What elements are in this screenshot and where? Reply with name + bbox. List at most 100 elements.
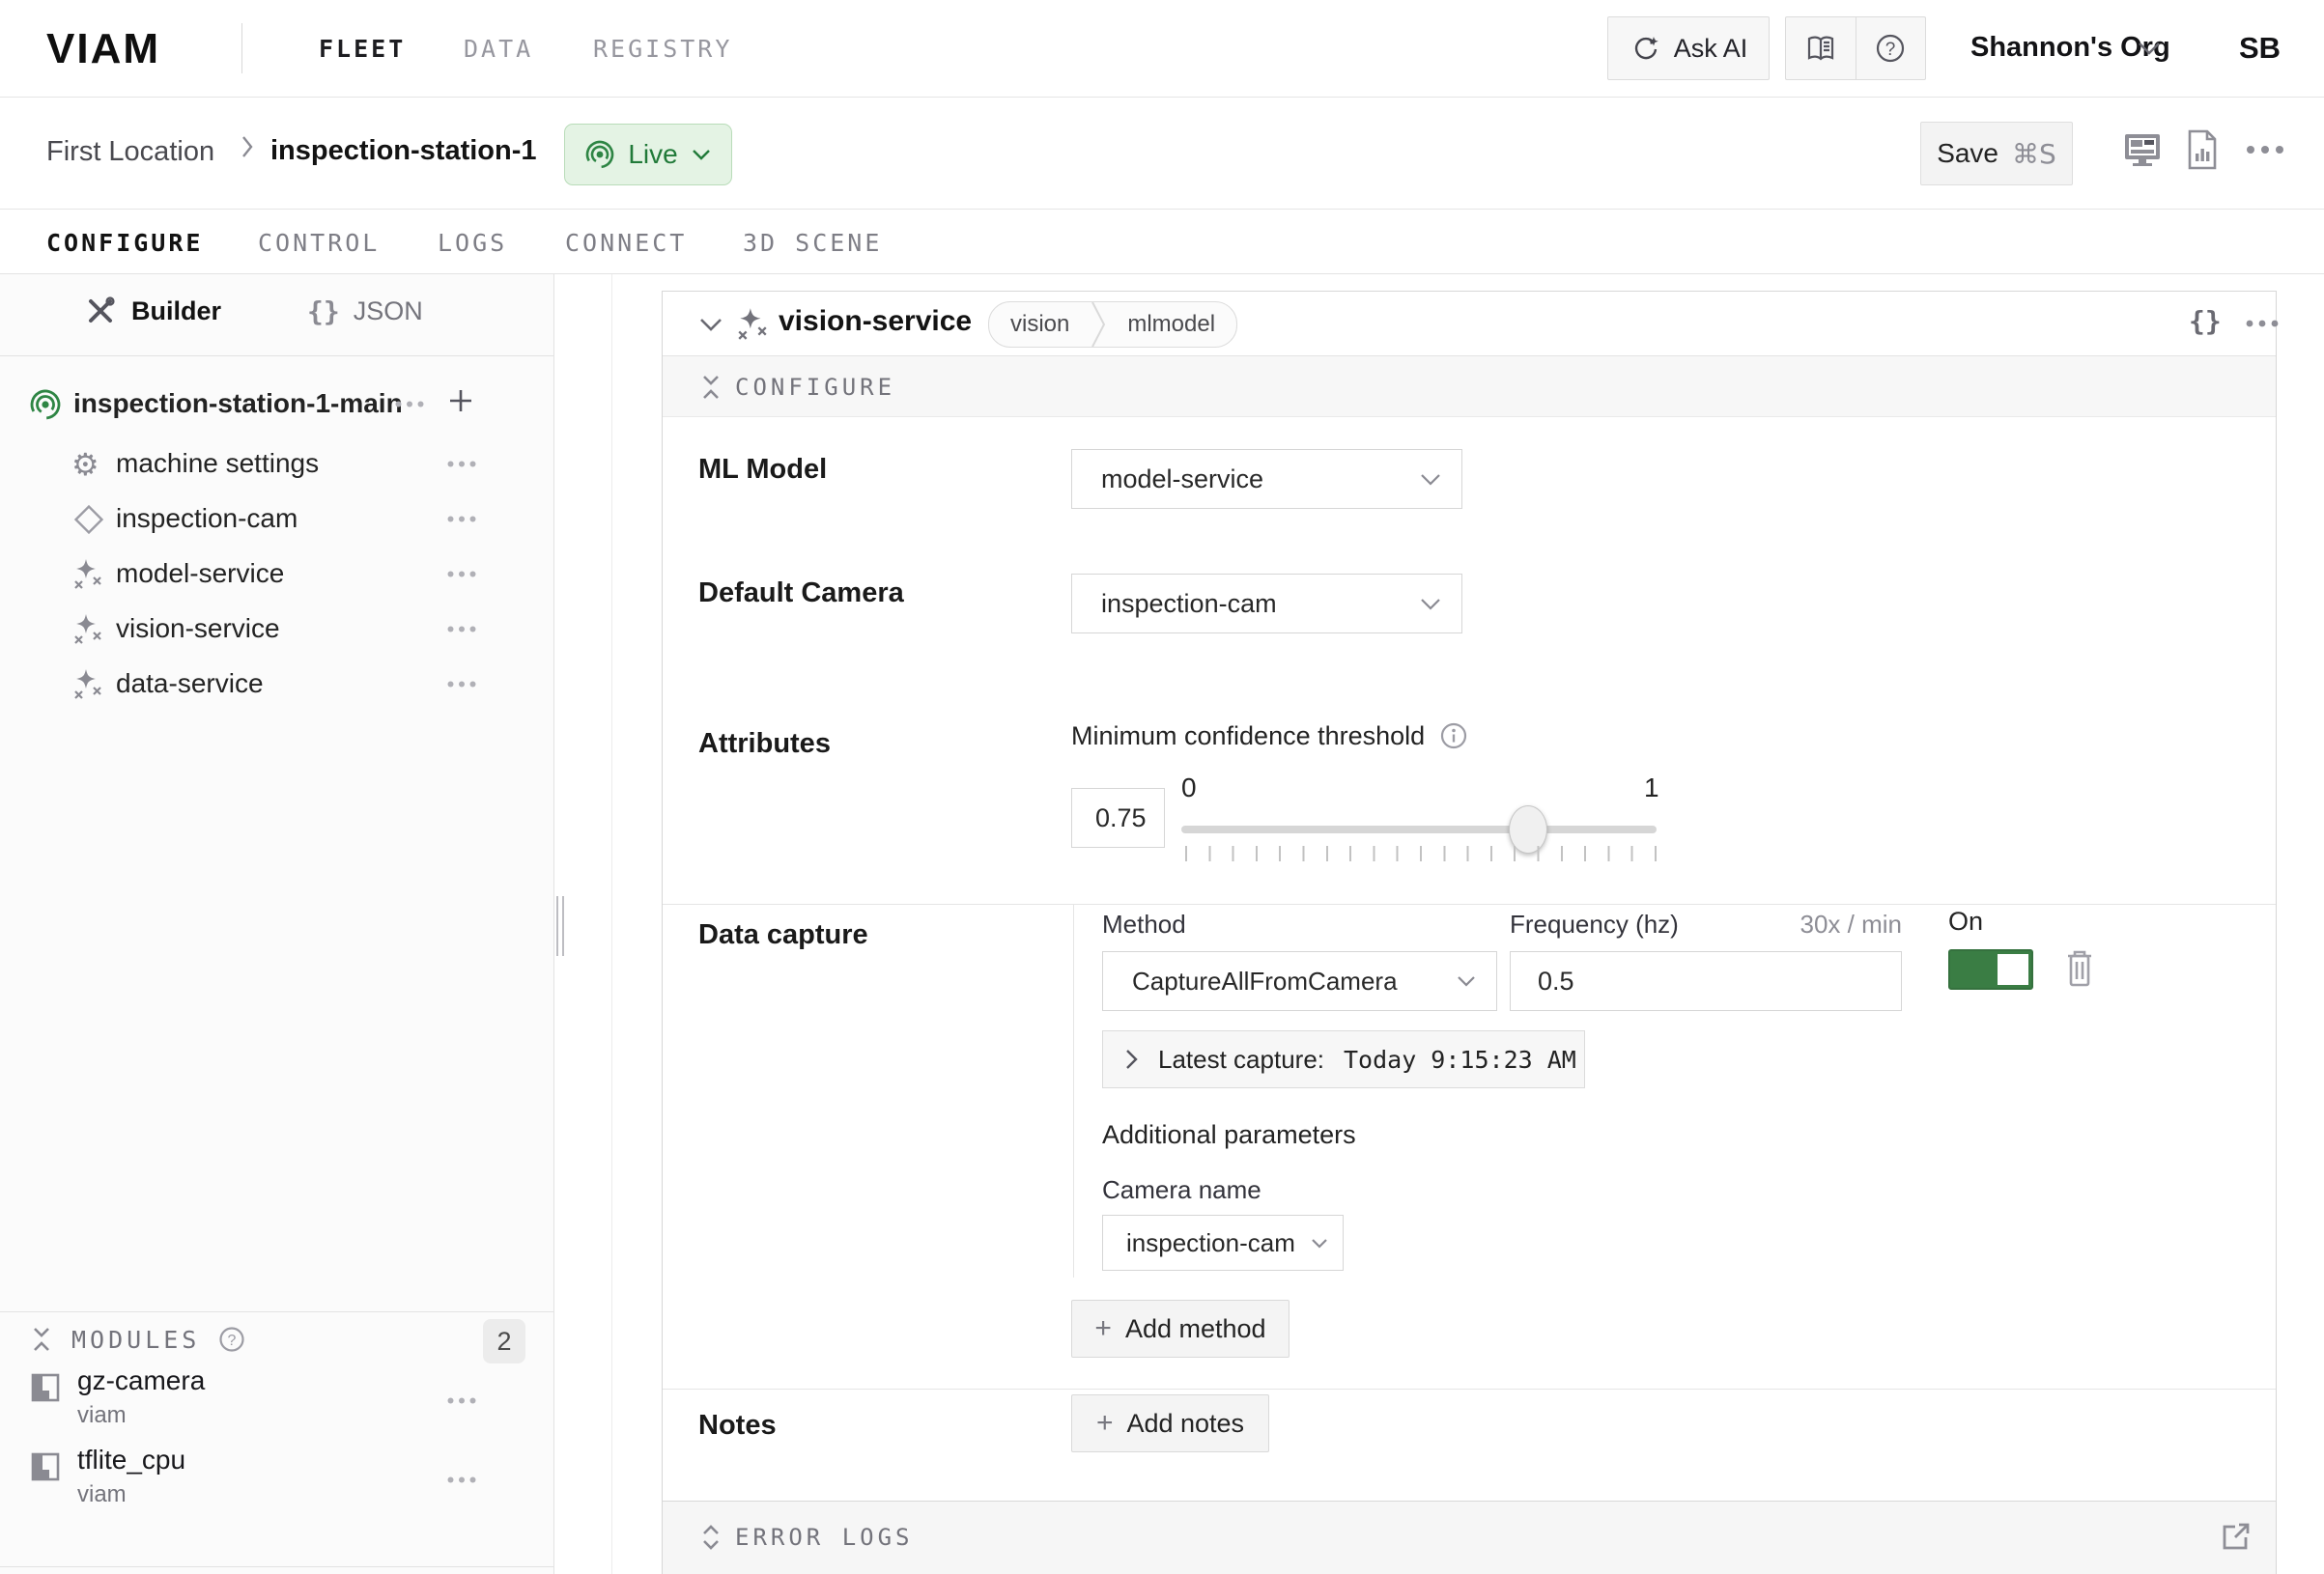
live-status-badge[interactable]: Live	[564, 124, 732, 185]
card-menu-button[interactable]	[2245, 319, 2280, 328]
collapse-chevron-icon[interactable]	[698, 317, 723, 332]
nav-fleet[interactable]: FLEET	[319, 35, 406, 63]
add-notes-button[interactable]: + Add notes	[1071, 1394, 1269, 1452]
svg-text:?: ?	[1885, 40, 1896, 60]
sidebar-resize-handle[interactable]	[556, 896, 566, 956]
tree-item-label: inspection-cam	[116, 503, 298, 534]
ask-ai-button[interactable]: Ask AI	[1607, 16, 1770, 80]
json-label: JSON	[354, 296, 423, 326]
tree-item-main-part[interactable]: inspection-station-1-main	[0, 379, 553, 432]
default-camera-value: inspection-cam	[1072, 589, 1277, 619]
tab-configure[interactable]: CONFIGURE	[46, 229, 203, 257]
viam-logo[interactable]: VIAM	[46, 25, 160, 73]
breadcrumb-location[interactable]: First Location	[46, 136, 214, 168]
tag-mlmodel: mlmodel	[1106, 311, 1236, 338]
threshold-input[interactable]	[1071, 788, 1165, 848]
frequency-label: Frequency (hz)	[1510, 910, 1679, 940]
document-chart-icon	[2185, 128, 2220, 171]
collapse-icon	[698, 373, 723, 402]
module-menu-button[interactable]	[446, 1396, 477, 1405]
tab-logs[interactable]: LOGS	[438, 229, 507, 257]
tab-3d-scene[interactable]: 3D SCENE	[743, 229, 882, 257]
external-link-icon[interactable]	[2216, 1517, 2254, 1556]
chevron-down-icon	[1419, 597, 1442, 611]
collapse-icon[interactable]	[29, 1325, 54, 1354]
frequency-input[interactable]	[1510, 951, 1902, 1011]
item-menu-button[interactable]	[446, 570, 477, 578]
modules-header: MODULES ?	[29, 1325, 246, 1354]
part-menu-button[interactable]	[394, 400, 425, 408]
error-logs-bar[interactable]: ERROR LOGS	[663, 1501, 2276, 1574]
capture-method-dropdown[interactable]: CaptureAllFromCamera	[1102, 951, 1497, 1011]
configure-section-bar[interactable]: CONFIGURE	[663, 355, 2276, 417]
tree-item-label: vision-service	[116, 613, 280, 644]
more-options-button[interactable]	[2245, 144, 2285, 155]
nav-data[interactable]: DATA	[464, 35, 533, 63]
save-button[interactable]: Save ⌘S	[1920, 122, 2073, 185]
ml-model-dropdown[interactable]: model-service	[1071, 449, 1462, 509]
add-component-button[interactable]	[446, 386, 475, 415]
modules-divider	[0, 1311, 553, 1312]
svg-text:?: ?	[228, 1333, 237, 1349]
modules-bottom-divider	[0, 1566, 553, 1567]
help-button[interactable]: ?	[1856, 17, 1926, 79]
json-mode-tab[interactable]: {} JSON	[307, 295, 423, 327]
user-avatar[interactable]: SB	[2239, 31, 2281, 66]
control-preview-button[interactable]	[2121, 130, 2164, 171]
report-button[interactable]	[2185, 128, 2220, 171]
tools-icon	[85, 295, 116, 326]
broadcast-icon	[584, 139, 615, 170]
nav-registry[interactable]: REGISTRY	[593, 35, 732, 63]
module-icon	[29, 1371, 62, 1404]
default-camera-dropdown[interactable]: inspection-cam	[1071, 574, 1462, 633]
method-label: Method	[1102, 910, 1186, 940]
additional-parameters-label: Additional parameters	[1102, 1120, 1356, 1150]
docs-book-button[interactable]	[1786, 17, 1856, 79]
tree-item-machine-settings[interactable]: ⚙ machine settings	[0, 438, 553, 492]
tag-vision: vision	[989, 311, 1091, 338]
question-icon[interactable]: ?	[217, 1325, 246, 1354]
module-row-gz-camera[interactable]: gz-camera viam	[0, 1365, 553, 1443]
latest-capture-time: Today 9:15:23 AM	[1344, 1046, 1576, 1074]
save-label: Save	[1937, 138, 1998, 169]
raw-json-button[interactable]: {}	[2189, 305, 2222, 337]
machine-bar: First Location inspection-station-1 Live…	[0, 98, 2324, 210]
configure-section-title: CONFIGURE	[735, 374, 895, 401]
service-sparkles-icon	[71, 612, 104, 645]
tree-item-label: machine settings	[116, 448, 319, 479]
trash-icon[interactable]	[2061, 948, 2098, 991]
tab-control[interactable]: CONTROL	[258, 229, 380, 257]
ml-model-value: model-service	[1072, 464, 1263, 494]
threshold-slider-track[interactable]	[1181, 826, 1657, 833]
item-menu-button[interactable]	[446, 460, 477, 468]
tree-item-vision-service[interactable]: vision-service	[0, 604, 553, 657]
live-label: Live	[628, 139, 677, 170]
part-name: inspection-station-1-main	[73, 388, 403, 419]
info-icon[interactable]	[1438, 720, 1469, 751]
tab-connect[interactable]: CONNECT	[565, 229, 687, 257]
latest-capture-expander[interactable]: Latest capture: Today 9:15:23 AM	[1102, 1030, 1585, 1088]
capture-toggle-on[interactable]	[1948, 949, 2033, 990]
tree-item-data-service[interactable]: data-service	[0, 659, 553, 712]
module-menu-button[interactable]	[446, 1476, 477, 1484]
item-menu-button[interactable]	[446, 625, 477, 633]
add-method-label: Add method	[1125, 1314, 1266, 1344]
tree-item-label: model-service	[116, 558, 284, 589]
toggle-knob	[1998, 954, 2028, 985]
data-capture-rule	[1073, 905, 1074, 1278]
add-method-button[interactable]: + Add method	[1071, 1300, 1290, 1358]
item-menu-button[interactable]	[446, 515, 477, 523]
braces-icon: {}	[307, 295, 340, 327]
chevron-down-icon	[1419, 472, 1442, 487]
section-divider	[663, 904, 2276, 905]
vision-service-card: vision-service vision mlmodel {} CONFIGU…	[662, 291, 2277, 1574]
builder-mode-tab[interactable]: Builder	[85, 295, 221, 326]
tree-item-model-service[interactable]: model-service	[0, 548, 553, 602]
tree-item-label: data-service	[116, 668, 264, 699]
camera-name-dropdown[interactable]: inspection-cam	[1102, 1215, 1344, 1271]
tree-item-inspection-cam[interactable]: inspection-cam	[0, 493, 553, 547]
module-row-tflite-cpu[interactable]: tflite_cpu viam	[0, 1445, 553, 1522]
item-menu-button[interactable]	[446, 680, 477, 689]
chevron-down-icon[interactable]	[2137, 41, 2162, 56]
breadcrumb-chevron-icon	[240, 134, 255, 159]
